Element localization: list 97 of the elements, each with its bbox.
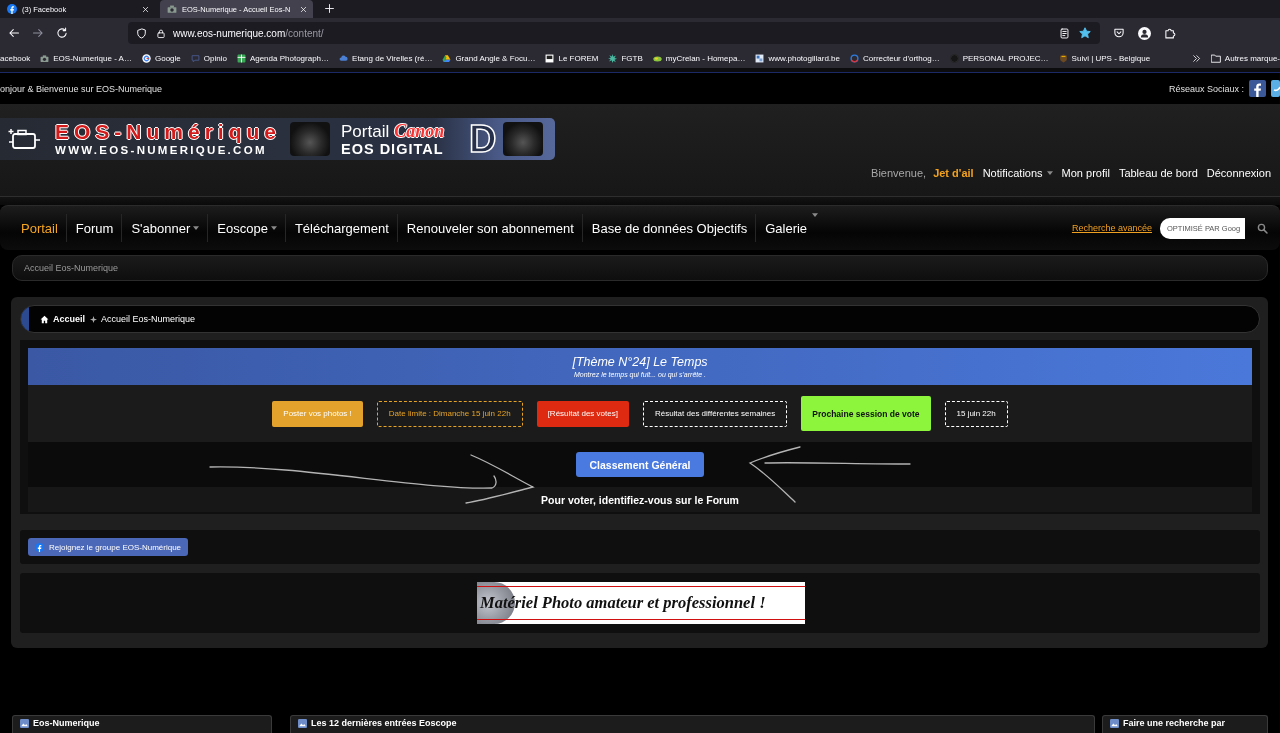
camera-photo-placeholder: [290, 122, 330, 156]
logo-title: EOS-Numérique: [55, 121, 283, 143]
advanced-search-link[interactable]: Recherche avancée: [1071, 223, 1152, 233]
reload-icon[interactable]: [56, 27, 68, 39]
forward-arrow-icon[interactable]: [32, 27, 44, 39]
bookmark-link[interactable]: Le FOREM: [545, 53, 599, 63]
greeting-text: onjour & Bienvenue sur EOS-Numerique: [0, 83, 163, 94]
bookmark-link[interactable]: Etang de Virelles (ré…: [339, 53, 433, 63]
starburst-icon: [608, 53, 618, 63]
nav-tab[interactable]: Portail: [12, 214, 66, 242]
ring-icon: [141, 53, 151, 63]
camera-photo-placeholder: [503, 122, 544, 156]
dashed-label: 15 juin 22h: [944, 400, 1008, 427]
bookmark-link[interactable]: Correcteur d'orthog…: [850, 53, 940, 63]
reader-view-icon[interactable]: [1059, 27, 1070, 39]
tile-icon[interactable]: [1271, 80, 1280, 97]
logo-url: WWW.EOS-NUMERIQUE.COM: [55, 145, 268, 157]
f-logo-icon: [35, 542, 44, 552]
shield-icon[interactable]: [136, 27, 147, 39]
breadcrumb-link[interactable]: Accueil Eos-Numerique: [101, 314, 196, 324]
nav-tab[interactable]: Base de données Objectifs: [581, 214, 756, 242]
double-chevron-icon[interactable]: [1191, 53, 1201, 63]
back-arrow-icon[interactable]: [8, 27, 20, 39]
dashed-label: Résultat des différentes semaines: [642, 400, 788, 427]
user-menu-link[interactable]: Déconnexion: [1206, 167, 1271, 179]
image-icon: [298, 719, 307, 728]
logo-brand-text: Canon: [394, 121, 445, 140]
folder-icon: [1210, 53, 1221, 63]
logo-letter: D: [469, 120, 497, 158]
f-logo-icon[interactable]: [1249, 80, 1266, 97]
breadcrumb-link[interactable]: Accueil: [53, 314, 85, 324]
nav-tab[interactable]: Téléchargement: [284, 214, 397, 242]
camera-icon: [167, 4, 177, 14]
social-label: Réseaux Sociaux :: [1168, 83, 1244, 94]
camera-outline-icon: [8, 126, 42, 152]
nav-tab[interactable]: Forum: [65, 214, 122, 242]
bookmark-link[interactable]: EOS-Numerique - A…: [40, 53, 132, 63]
caret-icon[interactable]: [812, 213, 819, 217]
plus-icon[interactable]: [325, 4, 334, 13]
close-icon[interactable]: [142, 5, 149, 13]
speech-bubble-icon: [190, 53, 200, 63]
home-icon: [40, 314, 49, 324]
bookmark-link[interactable]: Google: [141, 53, 181, 63]
panel-title: Eos-Numerique: [33, 718, 100, 729]
address-field[interactable]: www.eos-numerique.com/content/: [128, 22, 1100, 44]
dashed-label: Date limite : Dimanche 15 juin 22h: [376, 400, 523, 427]
action-button[interactable]: Prochaine session de vote: [801, 396, 931, 431]
lock-icon: [156, 27, 166, 39]
bookmark-link[interactable]: PERSONAL PROJEC…: [949, 53, 1049, 63]
camera-icon: [40, 53, 50, 63]
nav-tab[interactable]: Renouveler son abonnement: [396, 214, 582, 242]
logo-product-text: EOS DIGITAL: [341, 141, 445, 157]
ranking-button[interactable]: Classement Général: [575, 452, 705, 477]
puzzle-piece-icon[interactable]: [1164, 27, 1176, 39]
bookmark-link[interactable]: Suivi | UPS - Belgique: [1058, 53, 1151, 63]
cloud-icon: [339, 53, 349, 63]
bookmark-link[interactable]: Grand Angle & Focu…: [442, 53, 536, 63]
action-button[interactable]: [Résultat des votes]: [536, 400, 629, 427]
bookmark-link[interactable]: Opinio: [190, 53, 227, 63]
star-icon[interactable]: [1079, 27, 1091, 39]
breadcrumb-bar: Accueil Eos-Numerique: [12, 255, 1268, 281]
user-menu-link[interactable]: Notifications: [982, 167, 1053, 179]
panel-title: Faire une recherche par: [1123, 718, 1226, 729]
image-icon: [1110, 719, 1119, 728]
panel-title: Les 12 dernières entrées Eoscope: [311, 718, 457, 729]
shield-icon: [1058, 53, 1068, 63]
circle-icon: [949, 53, 959, 63]
user-menu-link[interactable]: Tableau de bord: [1118, 167, 1198, 179]
welcome-text: Bienvenue,: [871, 167, 927, 179]
breadcrumb-cap: [21, 306, 29, 332]
tile-icon: [545, 53, 555, 63]
join-group-button[interactable]: Rejoignez le groupe EOS-Numérique: [28, 538, 189, 556]
bookmark-link[interactable]: www.photogillard.be: [755, 53, 840, 63]
bookmark-link[interactable]: acebook: [0, 53, 31, 63]
account-icon[interactable]: [1138, 26, 1151, 40]
user-menu-link[interactable]: Mon profil: [1061, 167, 1110, 179]
f-logo-icon: [7, 4, 17, 14]
nav-tab[interactable]: Eoscope: [207, 214, 285, 242]
image-icon: [20, 719, 29, 728]
vote-note: Pour voter, identifiez-vous sur le Forum: [541, 493, 739, 506]
pocket-icon[interactable]: [1113, 27, 1125, 39]
username-link[interactable]: Jet d'ail: [933, 167, 974, 179]
grid-icon: [236, 53, 246, 63]
bookmark-link[interactable]: myCrelan - Homepa…: [652, 53, 746, 63]
search-icon[interactable]: [1257, 222, 1268, 234]
ring-icon: [850, 53, 859, 63]
separator-icon: [90, 315, 97, 323]
bookmark-link[interactable]: Agenda Photograph…: [236, 53, 330, 63]
tile-icon: [755, 53, 765, 63]
contest-title: [Thème N°24] Le Temps: [572, 354, 708, 369]
nav-tab[interactable]: S'abonner: [121, 214, 208, 242]
bookmark-link[interactable]: FGTB: [608, 53, 643, 63]
bookmarks-folder-link[interactable]: Autres marque-: [1210, 53, 1280, 63]
close-icon[interactable]: [300, 5, 307, 13]
logo-portal-text: Portail: [341, 122, 390, 140]
logo-banner[interactable]: EOS-Numérique WWW.EOS-NUMERIQUE.COM Portail Canon EOS DIGITAL D: [0, 118, 555, 160]
triangle-icon: [442, 53, 452, 63]
